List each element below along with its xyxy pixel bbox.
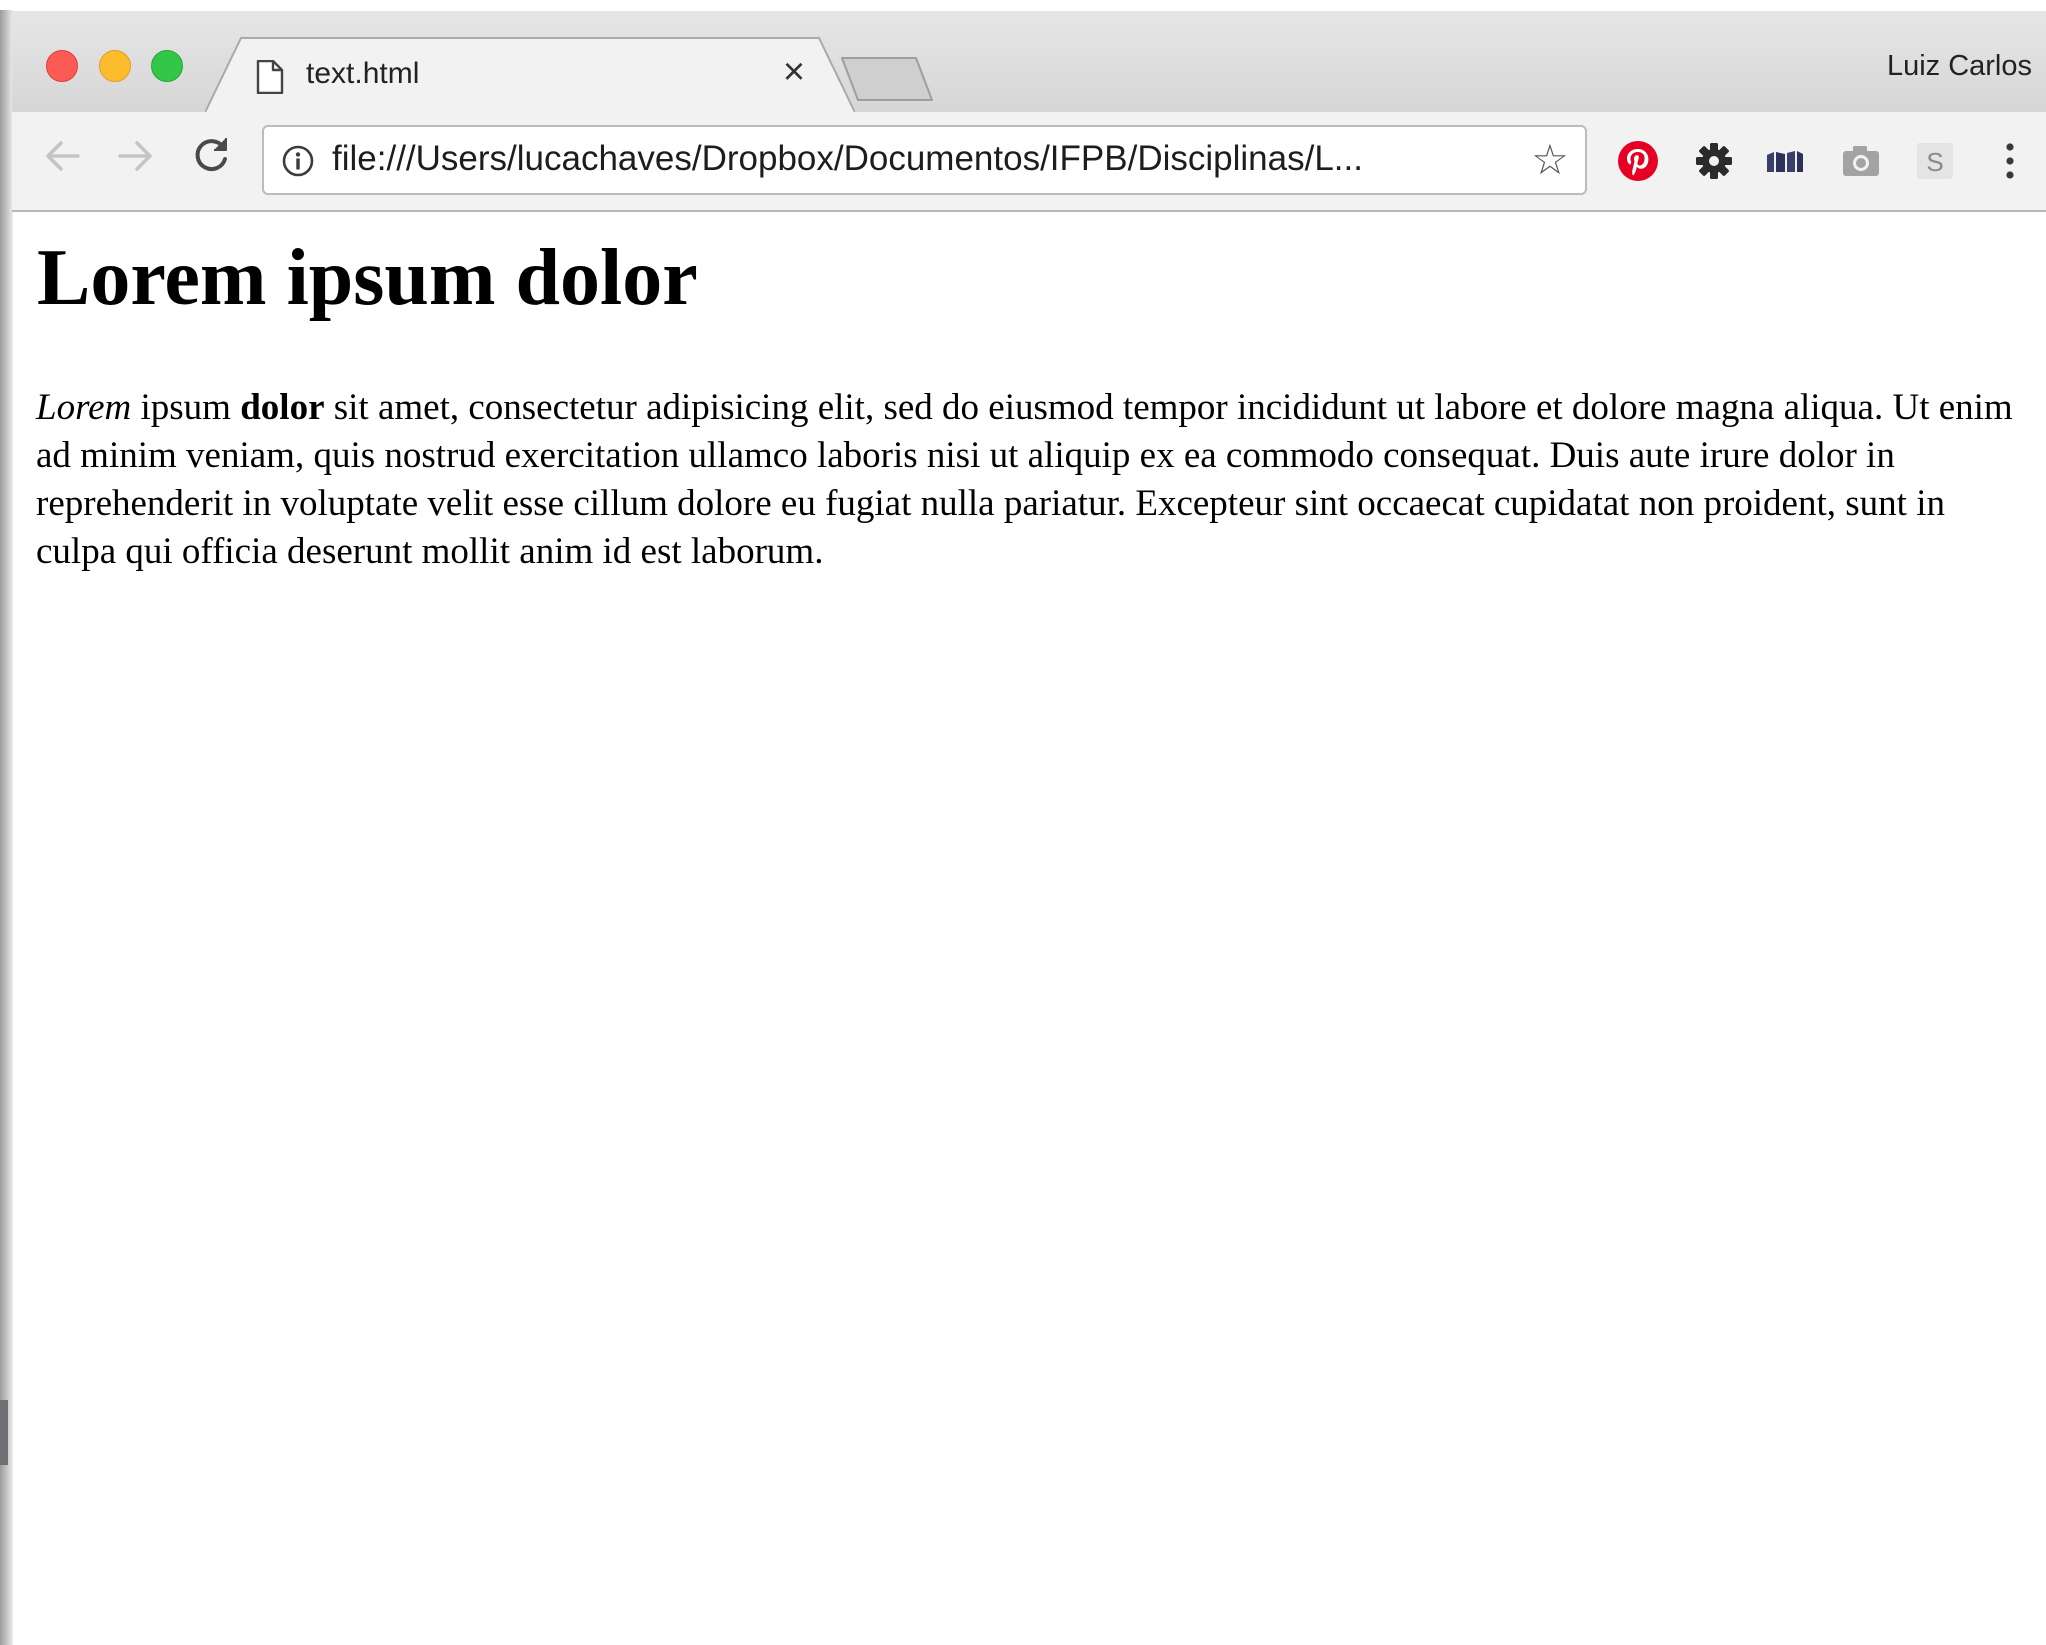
- s-extension-letter: S: [1926, 147, 1943, 177]
- page-paragraph: Lorem ipsum dolor sit amet, consectetur …: [36, 384, 2026, 576]
- window-top-edge: [0, 0, 2046, 11]
- window-minimize-button[interactable]: [99, 50, 131, 82]
- paragraph-text: sit amet, consectetur adipisicing elit, …: [36, 387, 2013, 572]
- page-viewport: Lorem ipsum dolor Lorem ipsum dolor sit …: [13, 212, 2046, 1645]
- profile-name[interactable]: Luiz Carlos: [1887, 50, 2032, 83]
- s-extension-icon[interactable]: S: [1914, 140, 1956, 182]
- menu-kebab-icon[interactable]: [1990, 138, 2030, 184]
- page-heading: Lorem ipsum dolor: [37, 234, 698, 322]
- pinterest-icon[interactable]: [1617, 140, 1659, 182]
- window-maximize-button[interactable]: [151, 50, 183, 82]
- reload-icon[interactable]: [188, 133, 234, 179]
- books-icon[interactable]: [1764, 140, 1806, 182]
- document-icon: [256, 60, 284, 94]
- info-icon[interactable]: [281, 144, 315, 178]
- tab-active[interactable]: [205, 37, 855, 113]
- tab-title: text.html: [306, 57, 420, 90]
- tab-close-icon[interactable]: ×: [776, 53, 812, 91]
- window-edge-shadow: [0, 1400, 8, 1465]
- window-close-button[interactable]: [46, 50, 78, 82]
- paragraph-text: ipsum: [131, 387, 241, 428]
- url-text[interactable]: file:///Users/lucachaves/Dropbox/Documen…: [332, 139, 1363, 179]
- bookmark-star-icon[interactable]: ☆: [1528, 138, 1572, 182]
- paragraph-bold-text: dolor: [240, 387, 325, 428]
- paragraph-italic-text: Lorem: [36, 387, 132, 428]
- gear-icon[interactable]: [1693, 140, 1735, 182]
- arrow-right-icon[interactable]: [112, 133, 158, 179]
- browser-window: text.html × Luiz Carlos file:///Users/lu…: [0, 0, 2046, 1645]
- new-tab-button[interactable]: [840, 56, 935, 102]
- window-left-edge: [0, 10, 13, 1645]
- arrow-left-icon[interactable]: [40, 133, 86, 179]
- camera-icon[interactable]: [1840, 140, 1882, 182]
